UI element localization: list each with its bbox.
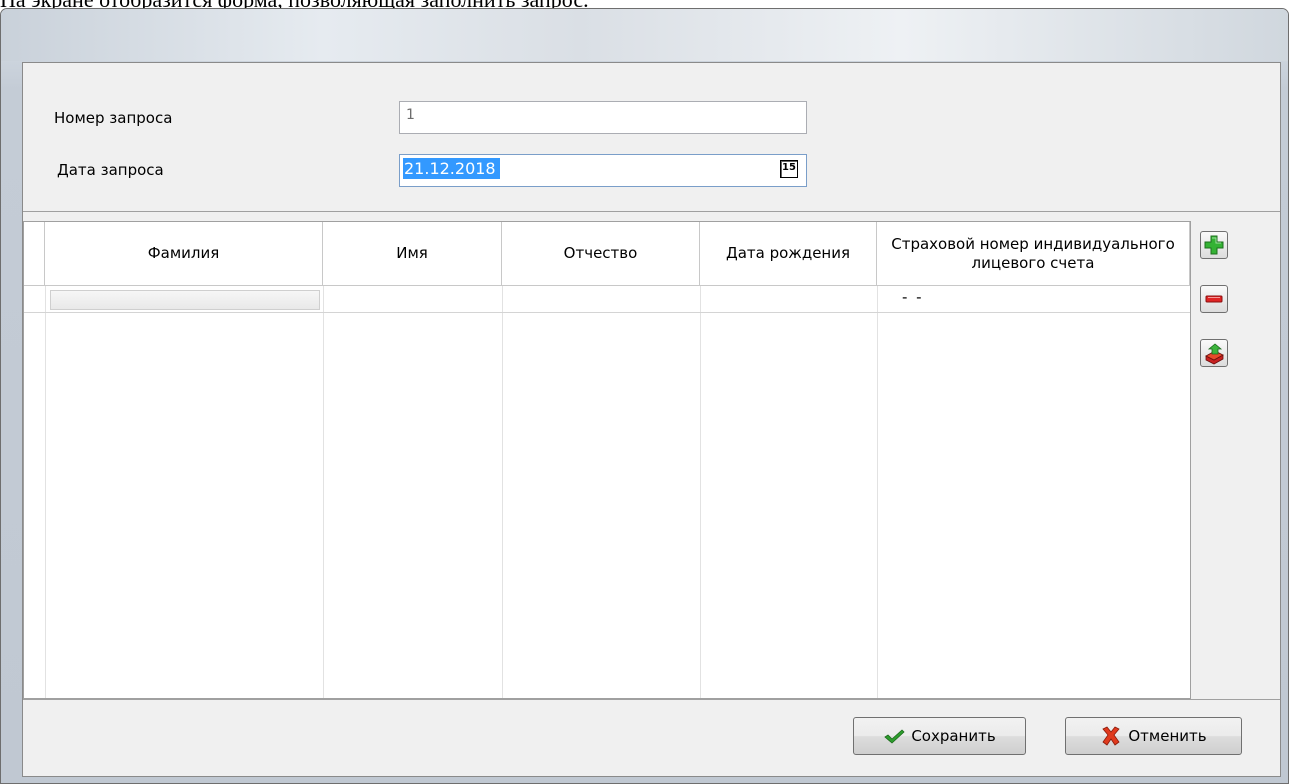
- column-divider: [323, 286, 324, 698]
- request-date-label: Дата запроса: [57, 161, 164, 179]
- dialog-window: Номер запроса 1 Дата запроса 21.12.2018 …: [0, 8, 1289, 784]
- snils-cell-mask[interactable]: - -: [902, 288, 924, 306]
- column-header-surname[interactable]: Фамилия: [45, 222, 323, 286]
- save-button-label: Сохранить: [911, 727, 996, 745]
- save-button[interactable]: Сохранить: [853, 717, 1026, 755]
- column-header-birth-date[interactable]: Дата рождения: [700, 222, 877, 286]
- row-indicator-header: [24, 222, 45, 286]
- plus-icon: [1204, 235, 1224, 255]
- request-number-input[interactable]: 1: [399, 101, 807, 134]
- column-header-name[interactable]: Имя: [323, 222, 502, 286]
- request-date-value[interactable]: 21.12.2018: [403, 158, 500, 179]
- import-icon: [1205, 343, 1224, 365]
- column-header-snils[interactable]: Страховой номер индивидуального лицевого…: [877, 222, 1190, 286]
- column-divider: [502, 286, 503, 698]
- column-divider: [45, 286, 46, 698]
- import-rows-button[interactable]: [1200, 339, 1228, 367]
- column-header-patronymic[interactable]: Отчество: [502, 222, 700, 286]
- add-row-button[interactable]: [1200, 231, 1228, 259]
- form-divider: [23, 211, 1280, 212]
- title-bar[interactable]: [1, 9, 1288, 61]
- column-divider: [877, 286, 878, 698]
- persons-table[interactable]: Фамилия Имя Отчество Дата рождения Страх…: [23, 221, 1191, 699]
- surname-cell-editor[interactable]: [50, 290, 320, 310]
- request-date-picker[interactable]: 21.12.2018 15: [399, 154, 807, 187]
- request-number-label: Номер запроса: [54, 109, 173, 127]
- calendar-icon[interactable]: 15: [780, 160, 798, 178]
- remove-row-button[interactable]: [1200, 285, 1228, 313]
- form-client-area: Номер запроса 1 Дата запроса 21.12.2018 …: [22, 62, 1281, 777]
- footer-divider: [23, 699, 1280, 700]
- checkmark-icon: [884, 729, 905, 744]
- cancel-button[interactable]: Отменить: [1065, 717, 1242, 755]
- minus-icon: [1205, 295, 1223, 303]
- cancel-button-label: Отменить: [1128, 727, 1207, 745]
- column-divider: [700, 286, 701, 698]
- cross-icon: [1102, 726, 1121, 746]
- table-row-divider: [24, 312, 1190, 313]
